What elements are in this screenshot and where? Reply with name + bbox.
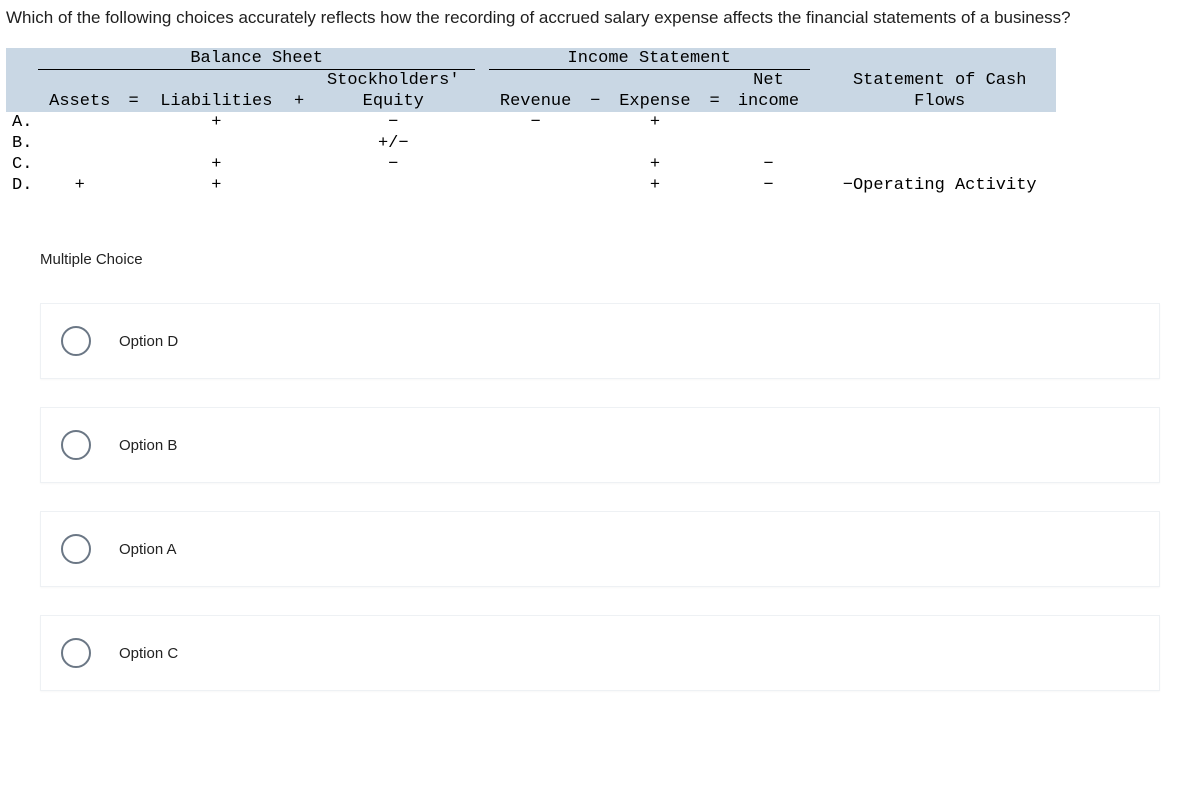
cell-cash: [823, 133, 1056, 154]
table-group-header: Balance Sheet Income Statement: [6, 48, 1056, 70]
cell-cash: [823, 154, 1056, 175]
cashflow-label-1: Statement of Cash: [823, 70, 1056, 92]
eq2: =: [702, 91, 727, 112]
cell-expense: +: [608, 175, 702, 196]
cell-expense: +: [608, 154, 702, 175]
cell-assets: [38, 133, 121, 154]
option-label: Option D: [119, 333, 178, 350]
cell-equity: [312, 175, 475, 196]
radio-icon[interactable]: [61, 430, 91, 460]
radio-icon[interactable]: [61, 638, 91, 668]
liab-col: Liabilities: [146, 91, 286, 112]
cell-revenue: [489, 154, 583, 175]
flows-col: Flows: [823, 91, 1056, 112]
expense-col: Expense: [608, 91, 702, 112]
table-row: D. + + + − −Operating Activity: [6, 175, 1056, 196]
financial-statements-table: Balance Sheet Income Statement Stockhold…: [0, 48, 1200, 196]
answer-option[interactable]: Option A: [40, 511, 1160, 587]
cell-net: [727, 133, 810, 154]
income-statement-header: Income Statement: [489, 48, 810, 70]
balance-sheet-header: Balance Sheet: [38, 48, 475, 70]
stockholders-label: Stockholders': [312, 70, 475, 92]
cell-net: −: [727, 154, 810, 175]
option-label: Option C: [119, 645, 178, 662]
answer-option[interactable]: Option C: [40, 615, 1160, 691]
table-header-line3: Assets = Liabilities + Equity Revenue − …: [6, 91, 1056, 112]
cell-revenue: −: [489, 112, 583, 133]
row-label: D.: [6, 175, 38, 196]
answer-option[interactable]: Option D: [40, 303, 1160, 379]
cell-cash: −Operating Activity: [823, 175, 1056, 196]
equity-col: Equity: [312, 91, 475, 112]
question-text: Which of the following choices accuratel…: [0, 0, 1200, 48]
cell-equity: −: [312, 154, 475, 175]
revenue-col: Revenue: [489, 91, 583, 112]
table-row: C. + − + −: [6, 154, 1056, 175]
cell-equity: +/−: [312, 133, 475, 154]
cell-net: −: [727, 175, 810, 196]
plus1: +: [287, 91, 312, 112]
multiple-choice-label: Multiple Choice: [40, 251, 1200, 268]
cell-assets: [38, 154, 121, 175]
net-label: Net: [727, 70, 810, 92]
answer-options: Option D Option B Option A Option C: [40, 303, 1200, 691]
cell-expense: +: [608, 112, 702, 133]
radio-icon[interactable]: [61, 534, 91, 564]
option-label: Option B: [119, 437, 177, 454]
cell-assets: [38, 112, 121, 133]
table-header-line2: Stockholders' Net Statement of Cash: [6, 70, 1056, 92]
assets-col: Assets: [38, 91, 121, 112]
row-label: C.: [6, 154, 38, 175]
cell-liab: +: [146, 175, 286, 196]
cell-assets: +: [38, 175, 121, 196]
row-label: A.: [6, 112, 38, 133]
cell-expense: [608, 133, 702, 154]
cell-revenue: [489, 133, 583, 154]
eq1: =: [121, 91, 146, 112]
table-row: B. +/−: [6, 133, 1056, 154]
answer-option[interactable]: Option B: [40, 407, 1160, 483]
minus1: −: [583, 91, 608, 112]
cell-liab: +: [146, 154, 286, 175]
row-label: B.: [6, 133, 38, 154]
table-row: A. + − − +: [6, 112, 1056, 133]
cell-liab: +: [146, 112, 286, 133]
cell-revenue: [489, 175, 583, 196]
cell-liab: [146, 133, 286, 154]
option-label: Option A: [119, 541, 177, 558]
cell-equity: −: [312, 112, 475, 133]
netincome-col: income: [727, 91, 810, 112]
cell-cash: [823, 112, 1056, 133]
radio-icon[interactable]: [61, 326, 91, 356]
cell-net: [727, 112, 810, 133]
